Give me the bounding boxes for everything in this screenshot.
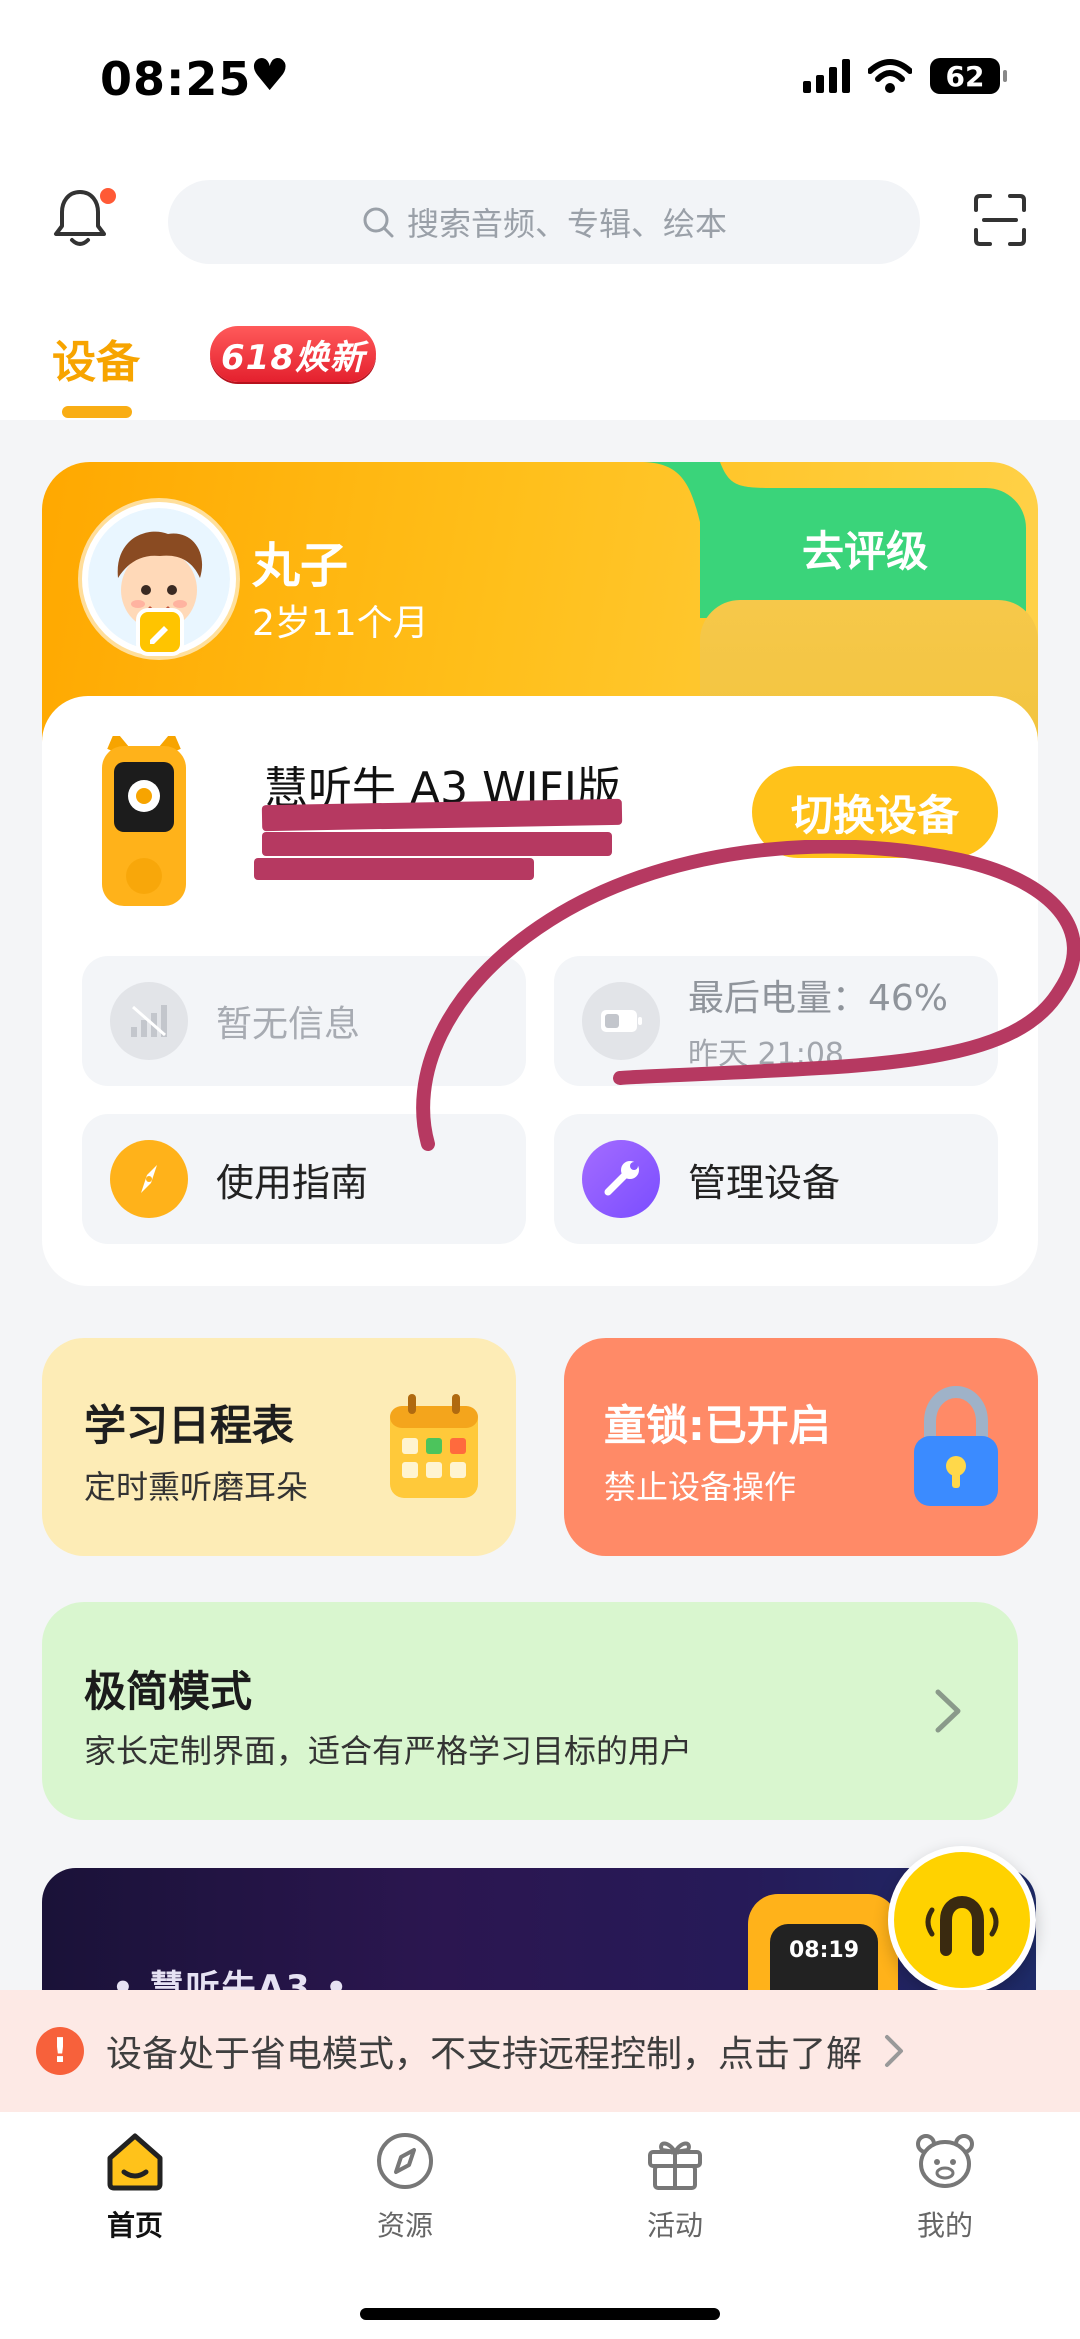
compass-icon bbox=[110, 1140, 188, 1218]
chevron-right-icon bbox=[935, 1689, 961, 1733]
battery-level-label: 最后电量：46% bbox=[688, 978, 949, 1019]
battery-status-icon bbox=[582, 982, 660, 1060]
schedule-title: 学习日程表 bbox=[84, 1401, 295, 1450]
tab-underline bbox=[62, 406, 132, 418]
nav-activities-label: 活动 bbox=[646, 2209, 703, 2242]
assistant-logo-icon bbox=[925, 1895, 999, 1956]
search-bar[interactable]: 搜索音频、专辑、绘本 bbox=[168, 180, 920, 264]
compass-icon bbox=[377, 2133, 433, 2189]
padlock-icon bbox=[914, 1386, 998, 1506]
tab-device[interactable]: 设备 bbox=[52, 326, 140, 390]
schedule-subtitle: 定时熏听磨耳朵 bbox=[84, 1468, 309, 1506]
rate-tab-curve bbox=[640, 462, 780, 622]
wrench-icon bbox=[582, 1140, 660, 1218]
nav-home[interactable]: 首页 bbox=[0, 2112, 270, 2282]
notification-dot bbox=[100, 188, 116, 204]
signal-status-label: 暂无信息 bbox=[216, 1004, 361, 1045]
warning-icon: ! bbox=[36, 2027, 84, 2075]
nav-profile-label: 我的 bbox=[916, 2209, 973, 2242]
battery-icon: 62 bbox=[930, 58, 1007, 94]
signal-status-box: 暂无信息 bbox=[82, 956, 526, 1086]
battery-time-label: 昨天 21:08 bbox=[688, 1037, 844, 1072]
manage-device-label: 管理设备 bbox=[688, 1160, 841, 1205]
calendar-icon bbox=[390, 1394, 478, 1498]
home-icon bbox=[107, 2133, 163, 2191]
nav-resources-label: 资源 bbox=[376, 2209, 433, 2242]
nav-home-label: 首页 bbox=[106, 2209, 163, 2242]
user-guide-label: 使用指南 bbox=[216, 1160, 369, 1205]
nav-profile[interactable]: 我的 bbox=[810, 2112, 1080, 2282]
search-placeholder: 搜索音频、专辑、绘本 bbox=[406, 205, 727, 243]
cellular-signal-icon bbox=[803, 59, 850, 93]
edit-profile-icon[interactable] bbox=[136, 608, 184, 656]
gift-icon bbox=[648, 2141, 702, 2190]
child-lock-subtitle: 禁止设备操作 bbox=[604, 1468, 797, 1506]
home-indicator bbox=[360, 2308, 720, 2320]
child-name: 丸子 bbox=[252, 538, 349, 594]
child-lock-title: 童锁:已开启 bbox=[604, 1401, 831, 1450]
switch-device-button[interactable]: 切换设备 bbox=[752, 766, 998, 858]
notice-text: 设备处于省电模式，不支持远程控制，点击了解 bbox=[106, 2034, 863, 2075]
assistant-fab[interactable] bbox=[888, 1846, 1036, 1994]
scan-icon[interactable] bbox=[972, 192, 1028, 248]
nav-resources[interactable]: 资源 bbox=[270, 2112, 540, 2282]
simple-mode-title: 极简模式 bbox=[84, 1667, 253, 1716]
status-time: 08:25 bbox=[100, 52, 252, 106]
tab-618-badge[interactable]: 618焕新 bbox=[210, 326, 376, 382]
user-guide-button[interactable]: 使用指南 bbox=[82, 1114, 526, 1244]
heart-icon: ♥ bbox=[250, 50, 290, 101]
chevron-right-icon bbox=[885, 2035, 904, 2067]
nav-activities[interactable]: 活动 bbox=[540, 2112, 810, 2282]
search-icon bbox=[363, 207, 394, 238]
manage-device-button[interactable]: 管理设备 bbox=[554, 1114, 998, 1244]
simple-mode-subtitle: 家长定制界面，适合有严格学习目标的用户 bbox=[84, 1732, 693, 1770]
redaction-mark bbox=[254, 858, 534, 880]
redaction-mark bbox=[262, 832, 612, 856]
bear-icon bbox=[916, 2134, 974, 2188]
child-age: 2岁11个月 bbox=[252, 603, 429, 644]
wifi-icon bbox=[868, 59, 912, 93]
battery-status-box: 最后电量：46% 昨天 21:08 bbox=[554, 956, 998, 1086]
bottom-nav: 首页 资源 活动 我的 bbox=[0, 2112, 1080, 2339]
status-icons: 62 bbox=[803, 58, 1007, 94]
power-saving-notice[interactable]: ! 设备处于省电模式，不支持远程控制，点击了解 bbox=[0, 1990, 1080, 2112]
device-image bbox=[102, 736, 186, 906]
no-signal-icon bbox=[110, 982, 188, 1060]
rate-button[interactable]: 去评级 bbox=[760, 518, 970, 579]
